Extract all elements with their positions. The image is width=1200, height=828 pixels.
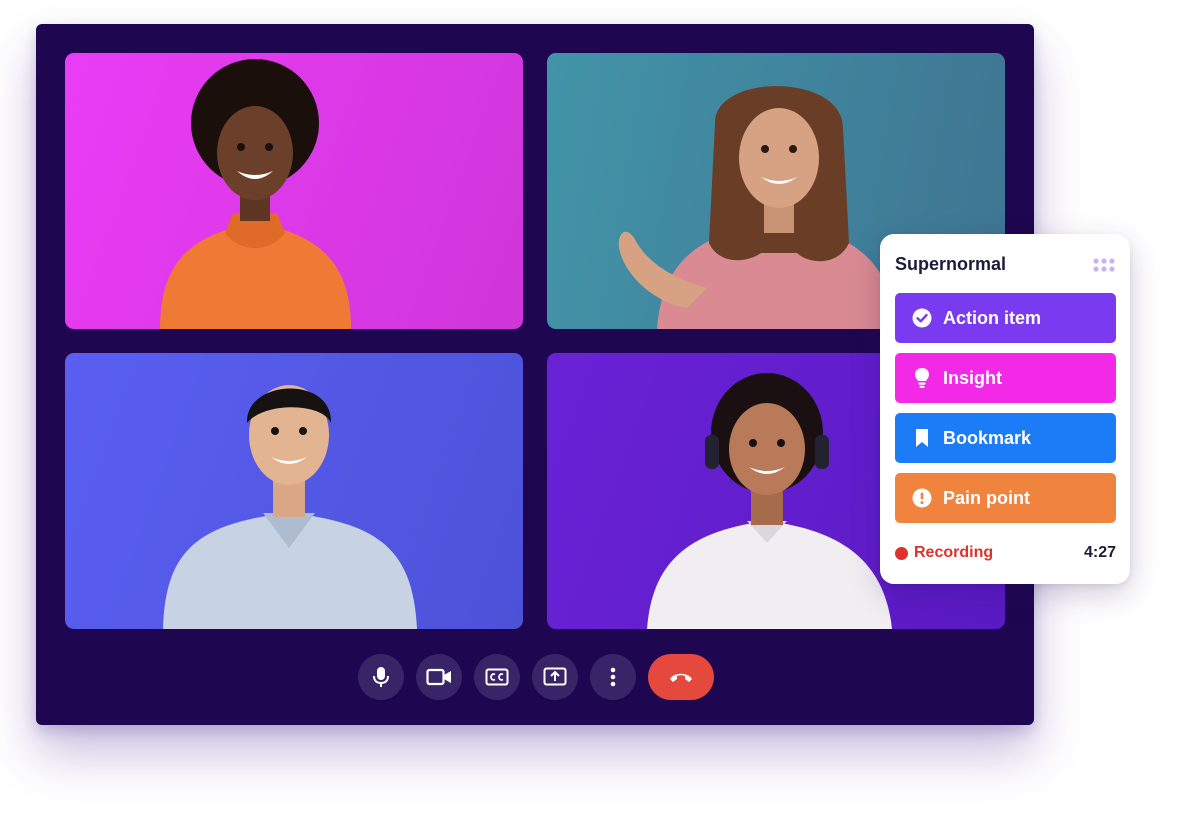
recording-label: Recording (914, 544, 994, 561)
bookmark-button[interactable]: Bookmark (895, 413, 1116, 463)
supernormal-panel: Supernormal Action item Insight Bookmark… (880, 234, 1130, 584)
captions-button[interactable] (474, 654, 520, 700)
pain-point-label: Pain point (943, 487, 1030, 508)
lightbulb-icon (911, 367, 933, 389)
video-camera-icon (426, 668, 451, 686)
insight-button[interactable]: Insight (895, 353, 1116, 403)
recording-timer: 4:27 (1083, 544, 1116, 561)
more-vertical-icon (610, 667, 616, 687)
action-item-button[interactable]: Action item (895, 293, 1116, 343)
insight-label: Insight (943, 367, 1002, 388)
participant-video-3 (163, 385, 417, 629)
camera-button[interactable] (416, 654, 462, 700)
hang-up-icon (670, 673, 692, 682)
pain-point-button[interactable]: Pain point (895, 473, 1116, 523)
drag-handle-icon[interactable] (1092, 258, 1116, 272)
check-circle-icon (911, 307, 933, 329)
end-call-button[interactable] (648, 654, 714, 700)
share-screen-icon (543, 667, 567, 686)
bookmark-label: Bookmark (943, 427, 1032, 448)
share-screen-button[interactable] (532, 654, 578, 700)
panel-title: Supernormal (895, 254, 1007, 274)
exclamation-circle-icon (911, 487, 933, 509)
bookmark-icon (911, 427, 933, 449)
microphone-button[interactable] (358, 654, 404, 700)
microphone-icon (373, 667, 389, 687)
participant-video-1 (160, 59, 351, 329)
closed-captions-icon (485, 668, 509, 686)
more-options-button[interactable] (590, 654, 636, 700)
video-tile-1[interactable] (65, 53, 523, 329)
recording-status: Recording 4:27 (895, 544, 1116, 564)
action-item-label: Action item (943, 307, 1042, 328)
recording-dot-icon (895, 547, 908, 560)
call-controls (358, 654, 714, 700)
video-tile-3[interactable] (65, 353, 523, 629)
